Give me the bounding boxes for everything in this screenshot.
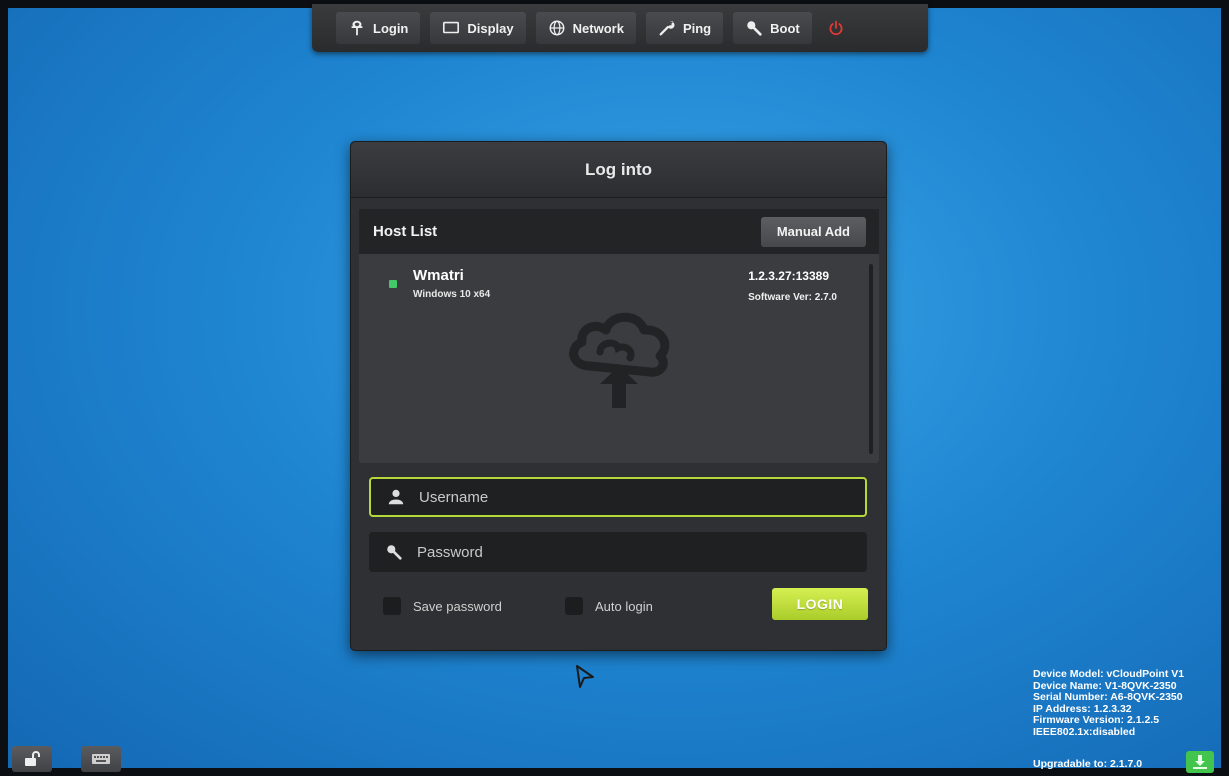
host-list-header: Host List Manual Add [359,209,879,254]
network-button[interactable]: Network [535,12,636,44]
boot-button[interactable]: Boot [733,12,812,44]
top-toolbar: Login Display Network Ping Boot [312,4,928,52]
user-icon [388,489,404,505]
firmware-version: Firmware Version: 2.1.2.5 [1033,714,1160,726]
password-input[interactable] [417,543,817,561]
login-options: Save password Auto login LOGIN [383,588,868,622]
host-address: 1.2.3.27:13389 [748,269,829,283]
display-button[interactable]: Display [430,12,526,44]
globe-icon [549,20,565,36]
upgradable-version: Upgradable to: 2.1.7.0 [1033,758,1143,770]
ping-label: Ping [682,20,712,36]
host-list-scrollbar[interactable] [869,264,873,454]
auto-login-checkbox[interactable]: Auto login [565,597,653,615]
username-field[interactable] [369,477,867,517]
serial-number: Serial Number: A6-8QVK-2350 [1033,691,1183,703]
key-icon [747,21,762,36]
checkbox-box[interactable] [383,597,401,615]
upgrade-button[interactable] [1186,751,1214,773]
save-password-label: Save password [413,598,502,614]
keyboard-button[interactable] [81,746,121,772]
host-os: Windows 10 x64 [413,289,491,300]
login-button[interactable]: Login [336,12,421,44]
device-model: Device Model: vCloudPoint V1 [1033,668,1185,680]
ping-button[interactable]: Ping [645,12,724,44]
power-icon [829,20,843,35]
host-name: Wmatri [413,267,464,284]
host-list-panel: Host List Manual Add Wmatri Windows 10 x… [359,209,879,463]
download-icon [1193,755,1207,769]
mouse-cursor-icon [576,665,594,688]
username-input[interactable] [419,488,819,506]
auto-login-label: Auto login [595,598,653,614]
host-status-indicator [389,280,397,288]
ieee-status: IEEE802.1x:disabled [1033,725,1136,738]
checkbox-box[interactable] [565,597,583,615]
power-button[interactable] [822,12,850,44]
host-list-item[interactable]: Wmatri Windows 10 x64 1.2.3.27:13389 Sof… [359,267,859,307]
unlock-icon [25,751,40,766]
display-label: Display [467,20,514,36]
host-software-version: Software Ver: 2.7.0 [748,292,837,303]
network-label: Network [572,20,624,36]
login-dialog: Log into Host List Manual Add Wmatri Win… [350,141,887,651]
display-icon [443,21,460,34]
host-list-title: Host List [373,223,438,240]
device-info: Device Model: vCloudPoint V1 Device Name… [1033,668,1185,738]
key-icon [387,545,402,560]
boot-label: Boot [770,20,800,36]
save-password-checkbox[interactable]: Save password [383,597,502,615]
manual-add-button[interactable]: Manual Add [760,216,866,247]
keyboard-icon [92,754,110,764]
cloud-upload-icon [569,312,670,408]
unlock-button[interactable] [12,746,52,772]
password-field[interactable] [369,532,867,572]
login-icon [351,20,363,36]
login-submit-button[interactable]: LOGIN [772,588,868,620]
dialog-title: Log into [351,142,886,198]
wrench-icon [659,21,675,36]
login-label: Login [373,20,409,36]
